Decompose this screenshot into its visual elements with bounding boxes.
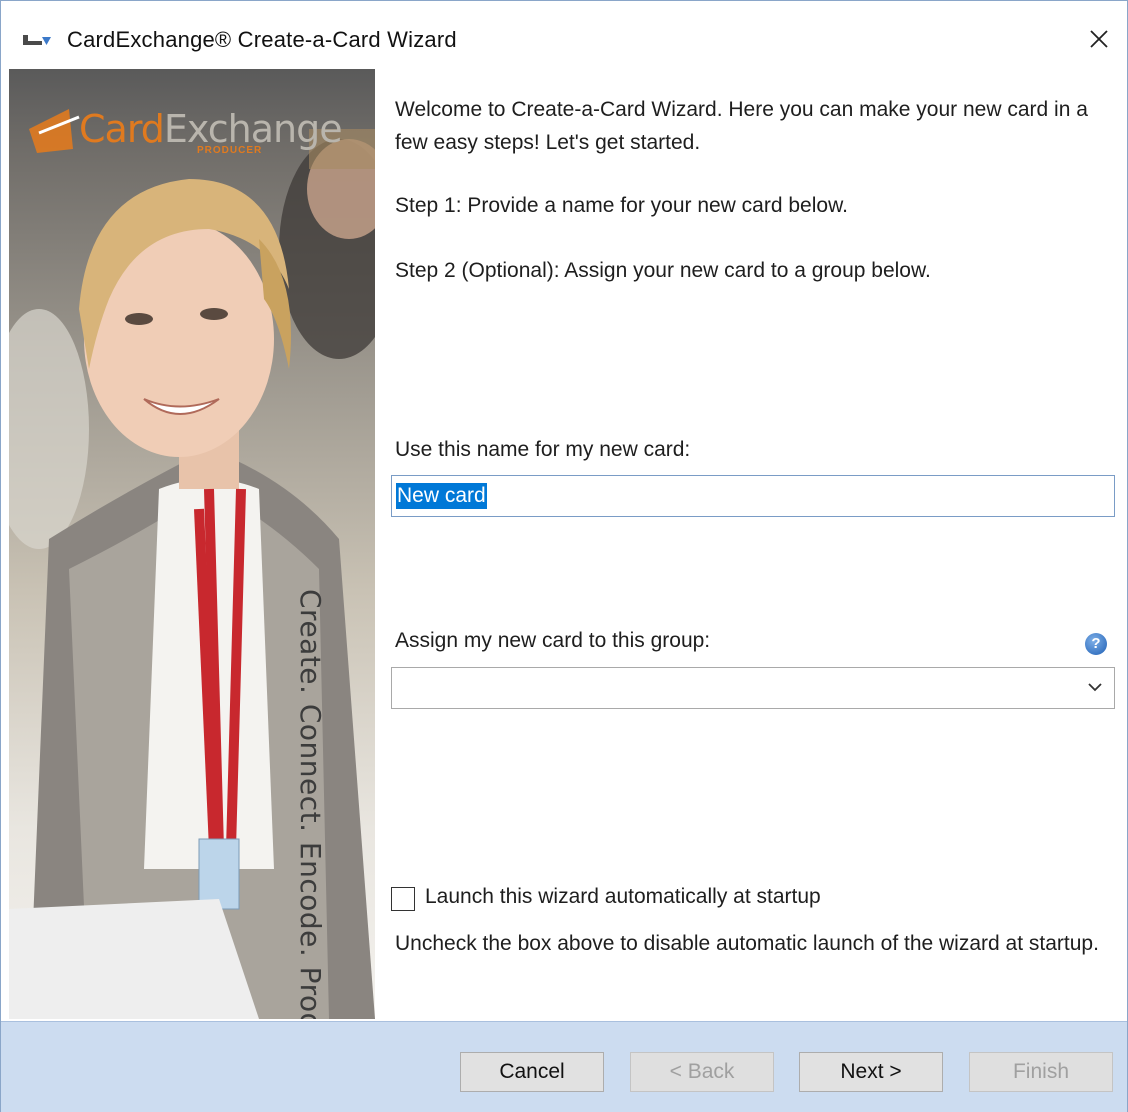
launch-note-text: Uncheck the box above to disable automat…: [395, 932, 1099, 955]
chevron-down-icon: [1086, 678, 1104, 701]
vertical-tagline: Create. Connect. Encode. Produce: [294, 589, 327, 1019]
intro-text: Welcome to Create-a-Card Wizard. Here yo…: [395, 98, 1088, 154]
close-button[interactable]: [1071, 13, 1127, 65]
group-label: Assign my new card to this group:: [395, 629, 711, 652]
cancel-button[interactable]: Cancel: [460, 1052, 604, 1092]
window-title: CardExchange® Create-a-Card Wizard: [67, 27, 457, 52]
close-icon: [1090, 30, 1108, 48]
next-button[interactable]: Next >: [799, 1052, 943, 1092]
wizard-content: Welcome to Create-a-Card Wizard. Here yo…: [391, 69, 1117, 1019]
step1-text: Step 1: Provide a name for your new card…: [395, 194, 848, 217]
help-icon[interactable]: ?: [1085, 633, 1107, 655]
step2-text: Step 2 (Optional): Assign your new card …: [395, 259, 931, 282]
finish-button[interactable]: Finish: [969, 1052, 1113, 1092]
card-name-label: Use this name for my new card:: [395, 438, 691, 461]
wizard-window: CardExchange® Create-a-Card Wizard CardE…: [0, 0, 1128, 1112]
card-name-input[interactable]: New card: [391, 475, 1115, 517]
title-bar: CardExchange® Create-a-Card Wizard: [1, 1, 1127, 69]
back-button[interactable]: < Back: [630, 1052, 774, 1092]
button-bar: Cancel < Back Next > Finish: [1, 1021, 1127, 1112]
logo-subtitle: PRODUCER: [197, 145, 263, 156]
card-name-value: New card: [396, 483, 487, 509]
launch-at-startup-checkbox[interactable]: [391, 887, 415, 911]
group-dropdown[interactable]: [391, 667, 1115, 709]
side-banner-image: CardExchange PRODUCER Create. Connect. E…: [9, 69, 375, 1019]
app-icon: [23, 29, 53, 49]
launch-at-startup-label[interactable]: Launch this wizard automatically at star…: [425, 885, 821, 909]
